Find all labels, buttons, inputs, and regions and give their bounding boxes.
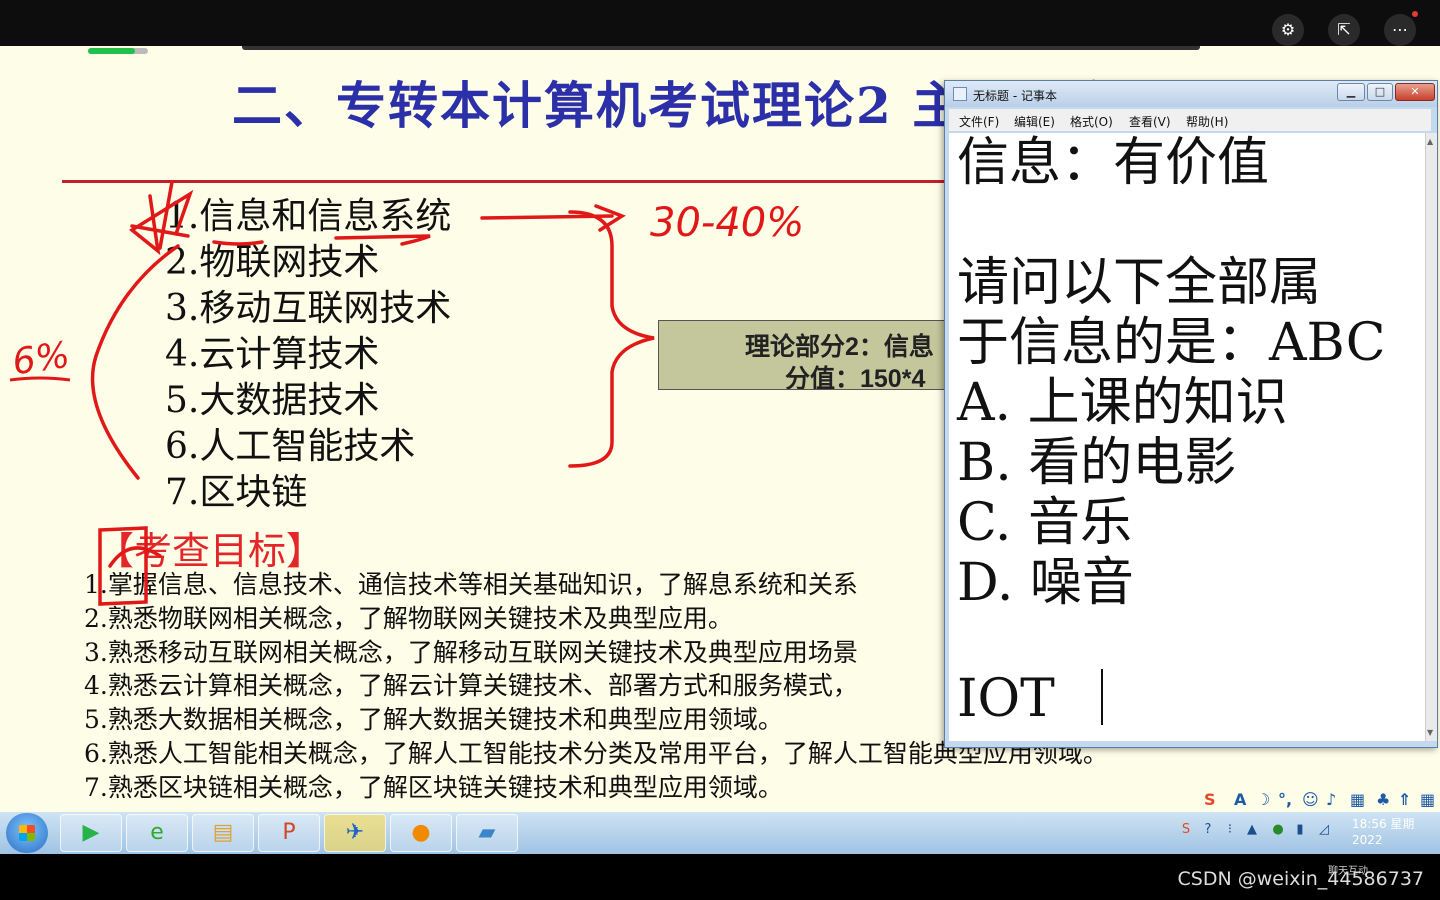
ime-menu-icon[interactable]: ▦ — [1420, 790, 1435, 809]
menu-view[interactable]: 查看(V) — [1129, 113, 1171, 130]
notepad-scrollbar[interactable]: ▲ ▼ — [1425, 133, 1437, 741]
network-tray-icon[interactable]: ◿ — [1316, 822, 1332, 838]
maximize-button[interactable]: □ — [1367, 83, 1393, 101]
text-caret — [1101, 669, 1103, 725]
topic-item: 3.移动互联网技术 — [165, 288, 452, 329]
notepad-line: A. 上课的知识 — [957, 373, 1288, 433]
media-player-icon[interactable]: ▶ — [60, 814, 122, 852]
translate-icon[interactable]: ⚙ — [1272, 14, 1304, 46]
close-button[interactable]: ✕ — [1395, 83, 1435, 101]
minimize-button[interactable]: ▁ — [1337, 83, 1365, 101]
player-top-bar: ⚙ ⇱ ⋯ — [0, 0, 1440, 46]
watermark: CSDN @weixin_44586737 — [1177, 868, 1425, 890]
notepad-icon[interactable]: ▰ — [456, 814, 518, 852]
side-note: 6% — [10, 335, 72, 384]
green-tray-icon[interactable]: ● — [1270, 822, 1286, 838]
scroll-up-icon[interactable]: ▲ — [1427, 137, 1433, 146]
notepad-text-area[interactable]: 信息：有价值 请问以下全部属 于信息的是：ABC A. 上课的知识 B. 看的电… — [949, 133, 1425, 741]
topic-item: 2.物联网技术 — [165, 242, 380, 283]
device-tray-icon[interactable]: ▮ — [1292, 822, 1308, 838]
topic-item: 4.云计算技术 — [165, 334, 380, 375]
notepad-app-icon — [953, 87, 967, 101]
help-tray-icon[interactable]: ? — [1200, 822, 1216, 838]
clock-year: 2022 — [1352, 833, 1383, 847]
ime-up-icon[interactable]: ⇑ — [1398, 790, 1411, 809]
progress-bar — [88, 48, 148, 54]
topic-item: 6.人工智能技术 — [165, 426, 416, 467]
share-icon[interactable]: ⇱ — [1328, 14, 1360, 46]
topic-item: 7.区块链 — [165, 472, 308, 513]
menu-format[interactable]: 格式(O) — [1070, 113, 1113, 130]
ime-voice-icon[interactable]: ♪ — [1326, 790, 1336, 809]
ime-tray-icon[interactable]: ⁝ — [1222, 822, 1238, 838]
goal-item: 7.熟悉区块链相关概念，了解区块链关键技术和典型应用领域。 — [84, 772, 783, 802]
arrow-head — [594, 204, 626, 232]
theory-box: 理论部分2：信息 分值：150*4 — [658, 320, 958, 390]
taskbar: ▶ e ▤ P ✈ ● ▰ S ? ⁝ ▲ ● ▮ ◿ 18:56 星期 202… — [0, 812, 1440, 854]
feiq-icon[interactable]: ✈ — [324, 814, 386, 852]
ime-skin-icon[interactable]: ♣ — [1376, 790, 1390, 809]
notepad-window[interactable]: 无标题 - 记事本 ▁ □ ✕ 文件(F) 编辑(E) 格式(O) 查看(V) … — [944, 80, 1438, 748]
sogou-tray-icon[interactable]: S — [1178, 822, 1194, 838]
ime-emoji-icon[interactable]: ☺ — [1302, 790, 1319, 809]
goal-title: 【考查目标】 — [96, 529, 325, 573]
ime-keyboard-icon[interactable]: ▦ — [1350, 790, 1365, 809]
clock-time: 18:56 — [1352, 817, 1387, 831]
menu-file[interactable]: 文件(F) — [959, 113, 999, 130]
file-explorer-icon[interactable]: ▤ — [192, 814, 254, 852]
ime-toolbar: S A ☽ °, ☺ ♪ ▦ ♣ ⇑ ▦ — [1200, 788, 1440, 812]
menu-help[interactable]: 帮助(H) — [1186, 113, 1228, 130]
browser-icon[interactable]: e — [126, 814, 188, 852]
notepad-title: 无标题 - 记事本 — [973, 89, 1057, 103]
theory-box-line1: 理论部分2：信息 — [745, 333, 934, 361]
notepad-line: 于信息的是：ABC — [957, 313, 1386, 373]
topic-list: 1.信息和信息系统 2.物联网技术 3.移动互联网技术 4.云计算技术 5.大数… — [165, 194, 451, 516]
sogou-icon[interactable]: S — [1204, 790, 1216, 809]
clock-day: 星期 — [1390, 817, 1415, 831]
arrow-line — [480, 214, 614, 220]
notepad-line: 请问以下全部属 — [957, 253, 1322, 313]
powerpoint-icon[interactable]: P — [258, 814, 320, 852]
notification-dot — [1412, 11, 1418, 17]
notepad-menubar: 文件(F) 编辑(E) 格式(O) 查看(V) 帮助(H) — [949, 109, 1431, 131]
notepad-line: 信息：有价值 — [957, 133, 1270, 193]
theory-box-line2: 分值：150*4 — [785, 365, 926, 390]
bottom-bar: 聊天互动 CSDN @weixin_44586737 — [0, 854, 1440, 900]
notepad-line: D. 噪音 — [957, 553, 1134, 613]
side-note-underline — [9, 376, 71, 382]
start-button[interactable] — [6, 813, 48, 853]
brace-right — [568, 210, 655, 468]
ime-punct-icon[interactable]: °, — [1278, 790, 1292, 809]
clock[interactable]: 18:56 星期 2022 — [1352, 816, 1414, 848]
topic-item: 5.大数据技术 — [165, 380, 380, 421]
notepad-line: C. 音乐 — [957, 493, 1132, 553]
more-icon[interactable]: ⋯ — [1384, 14, 1416, 46]
app-orange-icon[interactable]: ● — [390, 814, 452, 852]
notepad-titlebar[interactable]: 无标题 - 记事本 ▁ □ ✕ — [945, 81, 1437, 107]
scroll-down-icon[interactable]: ▼ — [1427, 728, 1433, 737]
topic-item: 1.信息和信息系统 — [165, 196, 452, 237]
progress-fill — [88, 48, 135, 54]
title-divider — [62, 180, 962, 183]
slide-top-strip — [242, 46, 1200, 50]
notepad-line: IOT — [957, 669, 1055, 729]
ime-halfwidth-icon[interactable]: ☽ — [1256, 790, 1270, 809]
notepad-line: B. 看的电影 — [957, 433, 1237, 493]
menu-edit[interactable]: 编辑(E) — [1014, 113, 1055, 130]
show-hidden-icon[interactable]: ▲ — [1244, 822, 1260, 838]
ime-mode-icon[interactable]: A — [1234, 790, 1246, 809]
percent-note: 30-40% — [650, 200, 804, 246]
